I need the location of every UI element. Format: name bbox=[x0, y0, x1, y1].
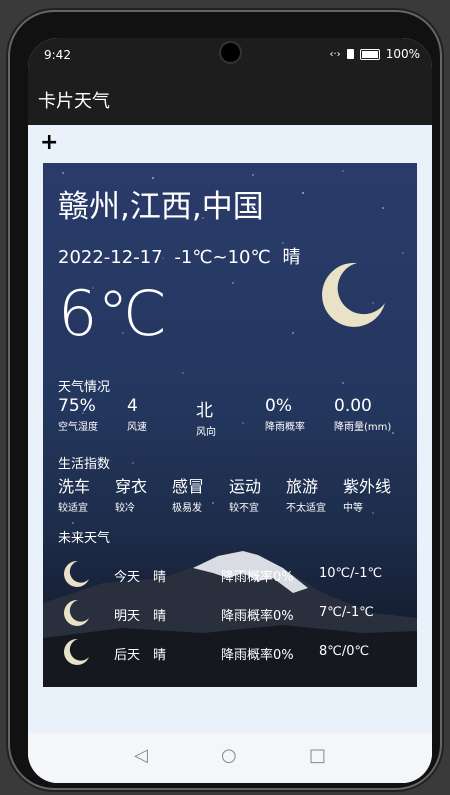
forecast-row-today[interactable]: 今天 晴 降雨概率0% 10℃/-1℃ bbox=[43, 559, 417, 589]
life-cold: 感冒 极易发 bbox=[172, 473, 229, 514]
forecast-range: 7℃/-1℃ bbox=[319, 605, 374, 620]
date-line: 2022-12-17 -1℃~10℃ 晴 bbox=[58, 243, 300, 269]
detail-humidity: 75% 空气湿度 bbox=[58, 396, 127, 438]
detail-wind-direction: 北风向 bbox=[196, 396, 265, 438]
home-circle-icon[interactable]: ○ bbox=[221, 745, 237, 766]
life-label: 较冷 bbox=[115, 503, 135, 514]
forecast-weather: 晴 bbox=[153, 570, 167, 585]
battery-percent: 100% bbox=[385, 47, 420, 61]
nfc-icon: ‹·› bbox=[329, 48, 341, 60]
sim-icon bbox=[346, 49, 354, 59]
wind-direction-label: 风向 bbox=[196, 427, 216, 438]
weather-details: 75% 空气湿度 4 风速 北风向 0% 降雨概率 0.00 降雨量(mm) bbox=[58, 396, 403, 438]
life-indices: 洗车较适宜 穿衣较冷 感冒极易发 运动较不宜 旅游不太适宜 紫外线中等 bbox=[58, 473, 400, 514]
crescent-moon-icon bbox=[64, 560, 89, 587]
forecast-day: 后天 bbox=[114, 648, 141, 663]
temp-range: -1℃~10℃ bbox=[174, 247, 271, 268]
back-triangle-icon[interactable]: ◁ bbox=[134, 745, 148, 766]
system-nav-bar: ◁ ○ □ bbox=[28, 733, 432, 783]
section-weather-title: 天气情况 bbox=[58, 380, 111, 395]
life-value: 穿衣 bbox=[115, 477, 148, 496]
forecast-row-after-tomorrow[interactable]: 后天 晴 降雨概率0% 8℃/0℃ bbox=[43, 637, 417, 667]
forecast-range: 10℃/-1℃ bbox=[319, 566, 383, 581]
life-uv: 紫外线 中等 bbox=[343, 473, 400, 514]
recent-square-icon[interactable]: □ bbox=[309, 745, 326, 766]
detail-wind-speed: 4 风速 bbox=[127, 396, 196, 438]
rainfall-label: 降雨量(mm) bbox=[334, 422, 392, 433]
forecast-weather: 晴 bbox=[153, 609, 167, 624]
crescent-moon-icon bbox=[322, 262, 385, 327]
rainfall-value: 0.00 bbox=[334, 396, 372, 416]
status-icons: ‹·› 100% bbox=[330, 47, 421, 61]
detail-rainfall: 0.00 降雨量(mm) bbox=[334, 396, 403, 438]
life-label: 极易发 bbox=[172, 503, 202, 514]
weather-desc: 晴 bbox=[282, 247, 301, 268]
section-life-title: 生活指数 bbox=[58, 457, 111, 472]
humidity-label: 空气湿度 bbox=[58, 422, 98, 433]
life-label: 较不宜 bbox=[229, 503, 259, 514]
life-travel: 旅游 不太适宜 bbox=[286, 473, 343, 514]
life-label: 不太适宜 bbox=[286, 503, 326, 514]
life-value: 洗车 bbox=[58, 477, 91, 496]
crescent-moon-icon bbox=[64, 638, 89, 665]
rain-prob-value: 0% bbox=[265, 396, 292, 416]
forecast-row-tomorrow[interactable]: 明天 晴 降雨概率0% 7℃/-1℃ bbox=[43, 598, 417, 628]
front-camera bbox=[221, 43, 240, 62]
wind-speed-label: 风速 bbox=[127, 422, 147, 433]
forecast-rain: 降雨概率0% bbox=[221, 648, 294, 663]
life-value: 运动 bbox=[229, 477, 262, 496]
life-label: 中等 bbox=[343, 503, 363, 514]
humidity-value: 75% bbox=[58, 396, 96, 416]
current-temperature: 6℃ bbox=[58, 277, 168, 350]
life-sport: 运动 较不宜 bbox=[229, 473, 286, 514]
status-time: 9:42 bbox=[44, 48, 71, 62]
status-bar: 9:42 ‹·› 100% bbox=[28, 38, 432, 73]
app-title: 卡片天气 bbox=[38, 91, 110, 112]
wind-direction-value: 北 bbox=[196, 401, 213, 421]
rain-prob-label: 降雨概率 bbox=[265, 422, 305, 433]
section-future-title: 未来天气 bbox=[58, 531, 111, 546]
wind-speed-value: 4 bbox=[127, 396, 138, 416]
life-clothing: 穿衣 较冷 bbox=[115, 473, 172, 514]
forecast-rain: 降雨概率0% bbox=[221, 570, 294, 585]
crescent-moon-icon bbox=[64, 599, 89, 626]
battery-icon bbox=[359, 48, 380, 60]
screen: 9:42 ‹·› 100% 卡片天气 + 赣州,江西,中国 2022-12-17… bbox=[28, 38, 432, 783]
app-bar: 卡片天气 bbox=[28, 73, 432, 125]
life-value: 紫外线 bbox=[343, 477, 392, 496]
life-value: 感冒 bbox=[172, 477, 205, 496]
life-value: 旅游 bbox=[286, 477, 319, 496]
city-name: 赣州,江西,中国 bbox=[58, 189, 264, 225]
detail-rain-prob: 0% 降雨概率 bbox=[265, 396, 334, 438]
forecast-weather: 晴 bbox=[153, 648, 167, 663]
add-city-button[interactable]: + bbox=[40, 130, 58, 155]
weather-card[interactable]: 赣州,江西,中国 2022-12-17 -1℃~10℃ 晴 6℃ 天气情况 75… bbox=[43, 163, 417, 687]
forecast-rain: 降雨概率0% bbox=[221, 609, 294, 624]
forecast-day: 今天 bbox=[114, 570, 141, 585]
life-carwash: 洗车 较适宜 bbox=[58, 473, 115, 514]
forecast-day: 明天 bbox=[114, 609, 141, 624]
forecast-range: 8℃/0℃ bbox=[319, 644, 370, 659]
date: 2022-12-17 bbox=[58, 247, 163, 268]
phone-frame: 9:42 ‹·› 100% 卡片天气 + 赣州,江西,中国 2022-12-17… bbox=[8, 10, 442, 790]
life-label: 较适宜 bbox=[58, 503, 88, 514]
